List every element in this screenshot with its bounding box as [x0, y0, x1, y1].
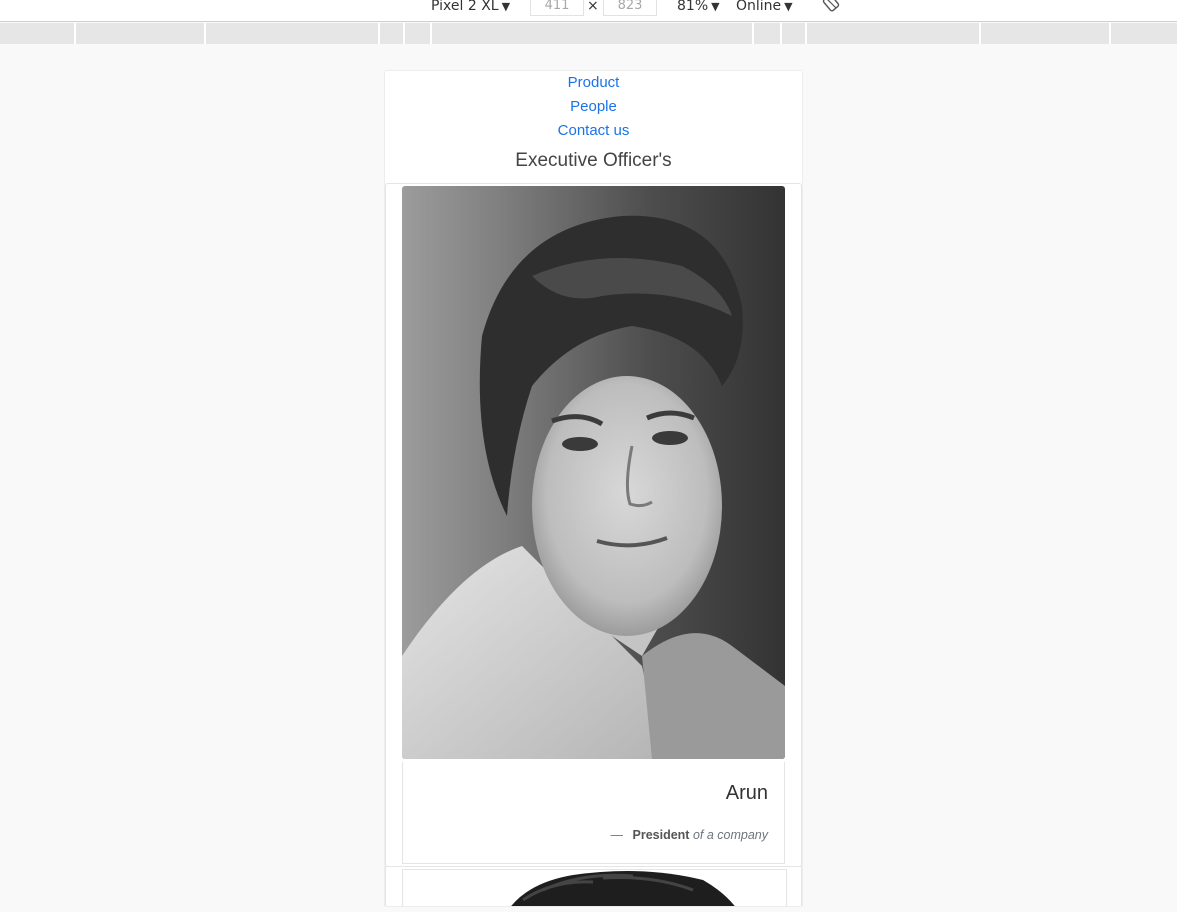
ruler-tick: [805, 23, 807, 44]
dimension-times-icon: ×: [587, 0, 599, 14]
role-dash: —: [610, 828, 624, 842]
ruler-tick: [204, 23, 206, 44]
zoom-select[interactable]: 81% ▼: [677, 0, 720, 16]
role-title: President: [632, 828, 690, 842]
ruler-tick: [752, 23, 754, 44]
nav-link-contact[interactable]: Contact us: [385, 119, 802, 143]
nav-link-people[interactable]: People: [385, 95, 802, 119]
zoom-dropdown-icon: ▼: [711, 0, 720, 13]
ruler-tick: [979, 23, 981, 44]
officer-card: Arun — President of a company: [385, 183, 802, 867]
ruler-tick: [403, 23, 405, 44]
ruler-tick: [74, 23, 76, 44]
network-dropdown-icon: ▼: [784, 0, 793, 13]
officer-photo-next: [402, 869, 787, 906]
nav-menu: Product People Contact us: [385, 71, 802, 143]
role-description: of a company: [692, 828, 768, 842]
network-select-label: Online: [736, 0, 782, 14]
officer-role: — President of a company: [611, 828, 768, 842]
device-toolbar: Pixel 2 XL ▼ 411 × 823 81% ▼ Online ▼: [0, 0, 1177, 22]
device-viewport: Product People Contact us Executive Offi…: [385, 71, 802, 906]
media-query-ruler: [0, 23, 1177, 44]
zoom-select-label: 81%: [677, 0, 709, 14]
height-input[interactable]: 823: [603, 0, 657, 16]
device-select[interactable]: Pixel 2 XL ▼: [431, 0, 510, 16]
network-select[interactable]: Online ▼: [736, 0, 793, 16]
portrait-image-next: [511, 871, 735, 906]
officer-card-body: Arun — President of a company: [402, 762, 785, 864]
rotate-icon[interactable]: [822, 0, 840, 12]
portrait-image: [402, 215, 785, 759]
officer-card-next: [385, 866, 802, 906]
ruler-tick: [1109, 23, 1111, 44]
width-input[interactable]: 411: [530, 0, 584, 16]
device-dropdown-icon: ▼: [501, 0, 511, 13]
officer-name: Arun: [725, 782, 768, 804]
section-title: Executive Officer's: [515, 150, 672, 171]
officer-photo: [402, 186, 785, 759]
device-select-label: Pixel 2 XL: [431, 0, 499, 14]
ruler-tick: [780, 23, 782, 44]
nav-link-product[interactable]: Product: [385, 71, 802, 95]
ruler-tick: [378, 23, 380, 44]
ruler-tick: [430, 23, 432, 44]
